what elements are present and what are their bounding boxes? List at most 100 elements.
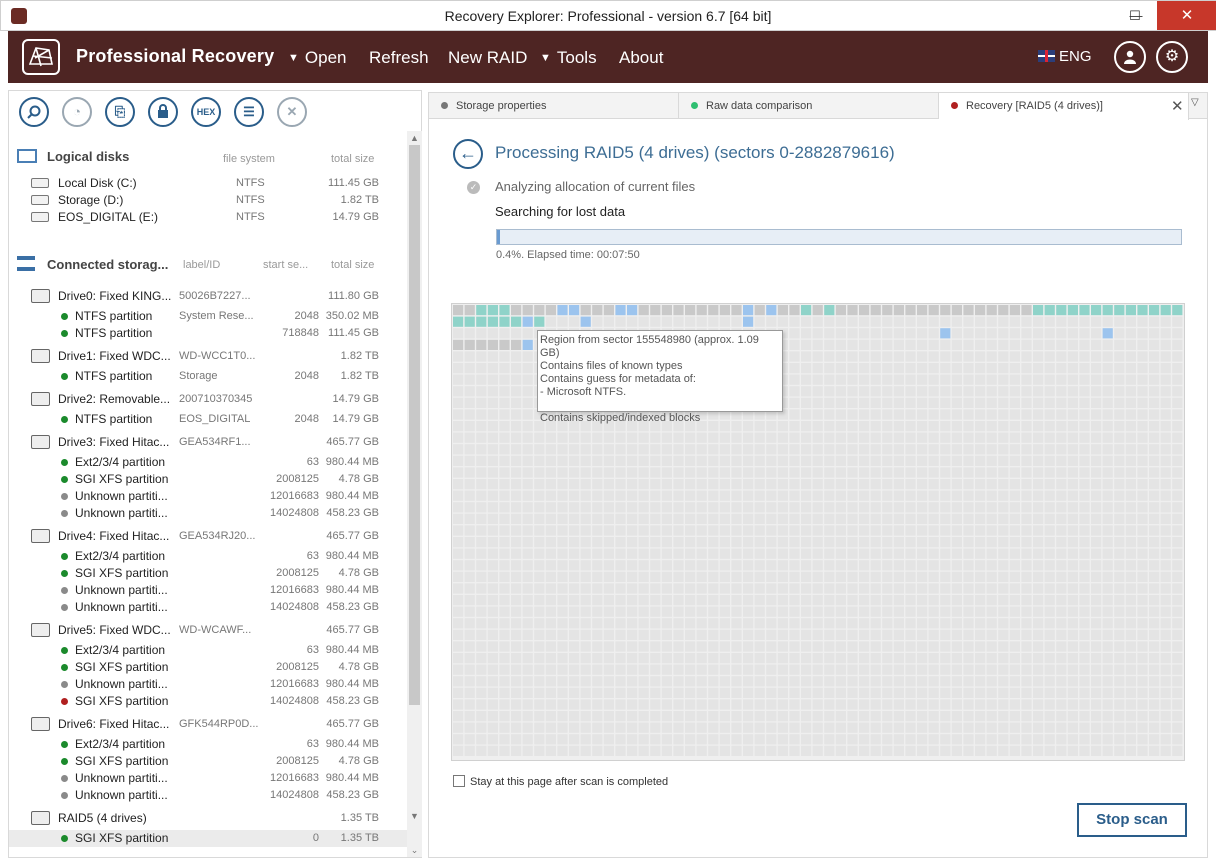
sector-block[interactable] <box>603 595 614 606</box>
sector-block[interactable] <box>627 560 638 571</box>
sector-block[interactable] <box>511 722 522 733</box>
sector-block[interactable] <box>1091 316 1102 327</box>
sector-block[interactable] <box>1009 618 1020 629</box>
sector-block[interactable] <box>824 328 835 339</box>
sector-block[interactable] <box>650 525 661 536</box>
sector-block[interactable] <box>1102 711 1113 722</box>
sector-block[interactable] <box>627 432 638 443</box>
partition-row[interactable]: NTFS partition Storage 2048 1.82 TB <box>9 368 409 385</box>
sector-block[interactable] <box>511 711 522 722</box>
sector-block[interactable] <box>998 490 1009 501</box>
sector-block[interactable] <box>847 525 858 536</box>
sector-block[interactable] <box>696 513 707 524</box>
sector-block[interactable] <box>998 595 1009 606</box>
sector-block[interactable] <box>464 548 475 559</box>
sector-block[interactable] <box>1149 316 1160 327</box>
sector-block[interactable] <box>708 711 719 722</box>
sector-block[interactable] <box>975 560 986 571</box>
sector-block[interactable] <box>766 641 777 652</box>
sector-block[interactable] <box>1079 525 1090 536</box>
sector-block[interactable] <box>835 397 846 408</box>
sector-block[interactable] <box>1079 606 1090 617</box>
sector-block[interactable] <box>731 490 742 501</box>
sector-block[interactable] <box>1137 537 1148 548</box>
sector-block[interactable] <box>928 490 939 501</box>
sector-block[interactable] <box>522 548 533 559</box>
sector-block[interactable] <box>917 513 928 524</box>
sector-block[interactable] <box>603 571 614 582</box>
sector-block[interactable] <box>499 537 510 548</box>
sector-block[interactable] <box>766 734 777 745</box>
sector-block[interactable] <box>615 711 626 722</box>
sector-block[interactable] <box>580 745 591 756</box>
sector-block[interactable] <box>789 444 800 455</box>
sector-block[interactable] <box>882 339 893 350</box>
sector-block[interactable] <box>1102 548 1113 559</box>
sector-block[interactable] <box>615 502 626 513</box>
scroll-down-icon-2[interactable]: ⌄ <box>407 843 422 857</box>
sector-block[interactable] <box>917 687 928 698</box>
sector-block[interactable] <box>777 467 788 478</box>
sector-block[interactable] <box>627 490 638 501</box>
sector-block[interactable] <box>1125 699 1136 710</box>
sector-block[interactable] <box>870 641 881 652</box>
sector-block[interactable] <box>522 583 533 594</box>
sector-block[interactable] <box>1044 595 1055 606</box>
sector-block[interactable] <box>696 641 707 652</box>
sector-block[interactable] <box>812 618 823 629</box>
sector-block[interactable] <box>859 467 870 478</box>
sector-block[interactable] <box>940 363 951 374</box>
sector-block[interactable] <box>580 653 591 664</box>
sector-block[interactable] <box>615 560 626 571</box>
sector-block[interactable] <box>801 339 812 350</box>
sector-block[interactable] <box>1149 641 1160 652</box>
sector-block[interactable] <box>534 722 545 733</box>
drive-row[interactable]: Drive5: Fixed WDC... WD-WCAWF... 465.77 GB <box>9 620 409 641</box>
sector-block[interactable] <box>453 595 464 606</box>
sector-block[interactable] <box>1056 711 1067 722</box>
sector-block[interactable] <box>1091 548 1102 559</box>
sector-block[interactable] <box>905 664 916 675</box>
sector-block[interactable] <box>789 363 800 374</box>
sector-block[interactable] <box>522 351 533 362</box>
sector-block[interactable] <box>522 711 533 722</box>
sector-block[interactable] <box>824 409 835 420</box>
sector-block[interactable] <box>1125 479 1136 490</box>
sector-block[interactable] <box>476 583 487 594</box>
sector-block[interactable] <box>789 664 800 675</box>
sector-block[interactable] <box>580 560 591 571</box>
sector-block[interactable] <box>661 629 672 640</box>
sector-block[interactable] <box>975 606 986 617</box>
sector-block[interactable] <box>789 397 800 408</box>
sector-block[interactable] <box>615 606 626 617</box>
sector-block[interactable] <box>661 455 672 466</box>
sector-block[interactable] <box>743 548 754 559</box>
sector-block[interactable] <box>917 641 928 652</box>
sector-block[interactable] <box>522 687 533 698</box>
sector-block[interactable] <box>940 328 951 339</box>
sector-block[interactable] <box>1102 525 1113 536</box>
sector-block[interactable] <box>835 490 846 501</box>
sector-block[interactable] <box>638 641 649 652</box>
sector-block[interactable] <box>847 397 858 408</box>
sector-block[interactable] <box>859 722 870 733</box>
sector-block[interactable] <box>1137 328 1148 339</box>
sector-block[interactable] <box>1067 618 1078 629</box>
sector-block[interactable] <box>650 479 661 490</box>
sector-block[interactable] <box>917 548 928 559</box>
sector-block[interactable] <box>696 595 707 606</box>
sector-block[interactable] <box>1021 548 1032 559</box>
sector-block[interactable] <box>476 722 487 733</box>
sector-block[interactable] <box>534 687 545 698</box>
sector-block[interactable] <box>940 711 951 722</box>
sector-block[interactable] <box>696 618 707 629</box>
sector-block[interactable] <box>719 305 730 316</box>
sector-block[interactable] <box>476 421 487 432</box>
sector-block[interactable] <box>859 363 870 374</box>
sector-block[interactable] <box>1091 513 1102 524</box>
sector-block[interactable] <box>1079 745 1090 756</box>
sector-block[interactable] <box>1044 687 1055 698</box>
sector-block[interactable] <box>1172 711 1183 722</box>
sector-block[interactable] <box>603 699 614 710</box>
sector-block[interactable] <box>1067 664 1078 675</box>
